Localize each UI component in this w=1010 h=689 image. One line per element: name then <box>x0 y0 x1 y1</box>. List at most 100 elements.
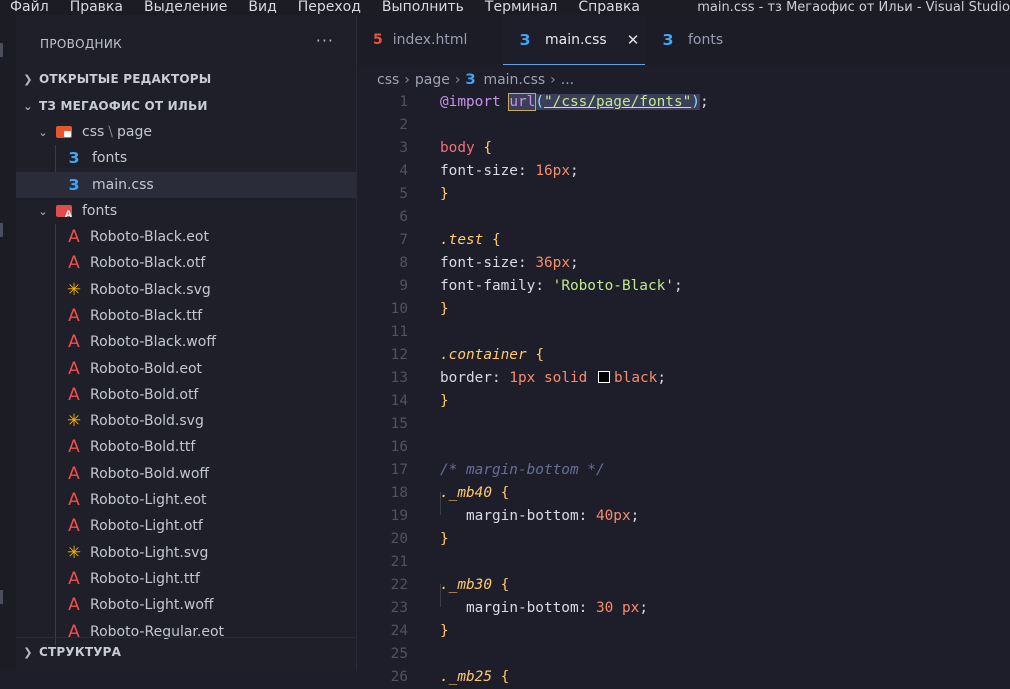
code-line: 12 .container { <box>357 344 1010 367</box>
line-number: 2 <box>399 117 408 133</box>
file-label: Roboto-Light.ttf <box>90 570 200 587</box>
font-file-icon: A <box>68 332 80 353</box>
token: 40px <box>595 508 631 524</box>
token: font-family <box>440 278 536 294</box>
tree-folder-css-page[interactable]: ⌄ css \ page <box>16 119 356 145</box>
token: ; <box>630 508 640 524</box>
line-number: 3 <box>399 140 408 156</box>
token: } <box>440 531 449 547</box>
svg-file-icon: ✳ <box>66 411 82 432</box>
tree-file-font[interactable]: A Roboto-Black.ttf <box>16 303 356 329</box>
line-number: 23 <box>390 600 408 616</box>
close-icon[interactable]: ✕ <box>627 31 640 49</box>
menu-edit[interactable]: Правка <box>60 0 134 15</box>
menu-view[interactable]: Вид <box>238 0 287 15</box>
file-label: Roboto-Light.woff <box>90 597 214 614</box>
open-editors-section[interactable]: ❯ ОТКРЫТЫЕ РЕДАКТОРЫ <box>16 66 356 92</box>
color-swatch[interactable] <box>598 371 610 383</box>
breadcrumb-item[interactable]: page <box>415 72 450 88</box>
code-line: 18 ._mb40 { <box>357 482 1010 505</box>
line-number: 17 <box>390 462 408 478</box>
code-line: 20} <box>357 528 1010 551</box>
svg-file-icon: ✳ <box>66 542 82 563</box>
token: { <box>535 347 544 363</box>
token: 1px <box>509 370 536 386</box>
code-line: 9 font-family: 'Roboto-Black'; <box>357 275 1010 298</box>
section-label: СТРУКТУРА <box>39 645 122 659</box>
code-line: 10} <box>357 298 1010 321</box>
tree-file-font[interactable]: A Roboto-Black.otf <box>16 250 356 276</box>
folder-label: page <box>117 124 152 140</box>
tree-file-font[interactable]: A Roboto-Light.eot <box>16 487 356 513</box>
editor-tabs: 5 index.html З main.css ✕ З fonts <box>357 15 1010 65</box>
code-editor[interactable]: 1 @import url("/css/page/fonts"); 2 3 body… <box>357 90 1010 685</box>
font-file-icon: A <box>68 595 80 616</box>
token: 30 <box>595 600 614 616</box>
css3-icon: З <box>465 72 476 88</box>
font-file-icon: A <box>68 463 80 484</box>
tree-file-font[interactable]: A Roboto-Bold.otf <box>16 382 356 408</box>
activity-marker[interactable] <box>0 223 3 237</box>
fonts-folder-icon <box>56 205 72 220</box>
token: 'Roboto-Black' <box>552 278 674 294</box>
tab-fonts[interactable]: З fonts <box>660 15 750 65</box>
code-line: 11 <box>357 321 1010 344</box>
token: 16px <box>535 163 570 179</box>
line-number: 11 <box>390 324 408 340</box>
code-line: 4 font-size: 16px; <box>357 160 1010 183</box>
css3-icon: З <box>68 176 80 194</box>
breadcrumb-item[interactable]: css <box>377 72 399 88</box>
tree-file-font[interactable]: A Roboto-Light.otf <box>16 513 356 539</box>
line-number: 19 <box>390 508 408 524</box>
tree-file-font[interactable]: ✳ Roboto-Bold.svg <box>16 408 356 434</box>
token: /* margin-bottom */ <box>440 462 605 478</box>
tree-file-font[interactable]: A Roboto-Bold.eot <box>16 356 356 382</box>
tree-file-font[interactable]: A Roboto-Black.woff <box>16 329 356 355</box>
token: { <box>483 140 492 156</box>
menu-terminal[interactable]: Терминал <box>475 0 568 15</box>
svg-file-icon: ✳ <box>66 279 82 300</box>
workspace-section[interactable]: ⌄ ТЗ МЕГАОФИС ОТ ИЛЬИ <box>16 93 356 119</box>
file-label: Roboto-Light.svg <box>90 544 209 561</box>
token: ; <box>699 94 709 110</box>
tab-index-html[interactable]: 5 index.html <box>373 15 501 65</box>
token: { <box>492 232 501 248</box>
breadcrumb-item[interactable]: ... <box>561 72 574 88</box>
chevron-right-icon: › <box>404 72 410 88</box>
token: border <box>440 370 492 386</box>
tree-file-font[interactable]: A Roboto-Bold.woff <box>16 461 356 487</box>
menu-go[interactable]: Переход <box>288 0 372 15</box>
activity-marker[interactable] <box>0 590 3 604</box>
code-line: 21 <box>357 551 1010 574</box>
menu-run[interactable]: Выполнить <box>372 0 475 15</box>
token: } <box>440 301 449 317</box>
token: ._mb40 <box>440 485 492 501</box>
css3-icon: З <box>68 149 80 167</box>
tree-file-font[interactable]: ✳ Roboto-Black.svg <box>16 277 356 303</box>
breadcrumb-item[interactable]: main.css <box>483 72 545 88</box>
tree-file-font[interactable]: A Roboto-Light.ttf <box>16 566 356 592</box>
token: 36px <box>535 255 570 271</box>
menu-selection[interactable]: Выделение <box>134 0 238 15</box>
tab-main-css[interactable]: З main.css ✕ <box>503 15 645 65</box>
token: ; <box>569 255 579 271</box>
tab-label: fonts <box>688 32 724 48</box>
token: ._mb30 <box>440 577 492 593</box>
tree-file-font[interactable]: A Roboto-Black.eot <box>16 224 356 250</box>
token: "/css/page/fonts" <box>544 94 692 110</box>
menu-file[interactable]: Файл <box>0 0 60 15</box>
file-label: Roboto-Black.otf <box>90 255 206 272</box>
activity-marker[interactable] <box>0 43 3 57</box>
tree-file-font[interactable]: ✳ Roboto-Light.svg <box>16 540 356 566</box>
outline-section[interactable]: ❯ СТРУКТУРА <box>16 637 356 666</box>
menu-help[interactable]: Справка <box>568 0 651 15</box>
tree-folder-fonts[interactable]: ⌄ fonts <box>16 198 356 224</box>
tree-file-main-css[interactable]: З main.css <box>16 172 356 198</box>
tree-file-fonts[interactable]: З fonts <box>16 145 356 171</box>
more-actions-icon[interactable]: ··· <box>316 31 334 50</box>
file-label: Roboto-Black.ttf <box>90 307 203 324</box>
tree-file-font[interactable]: A Roboto-Light.woff <box>16 592 356 618</box>
chevron-right-icon: › <box>550 72 556 88</box>
tree-file-font[interactable]: A Roboto-Bold.ttf <box>16 434 356 460</box>
breadcrumb: css › page › З main.css › ... <box>377 70 574 90</box>
